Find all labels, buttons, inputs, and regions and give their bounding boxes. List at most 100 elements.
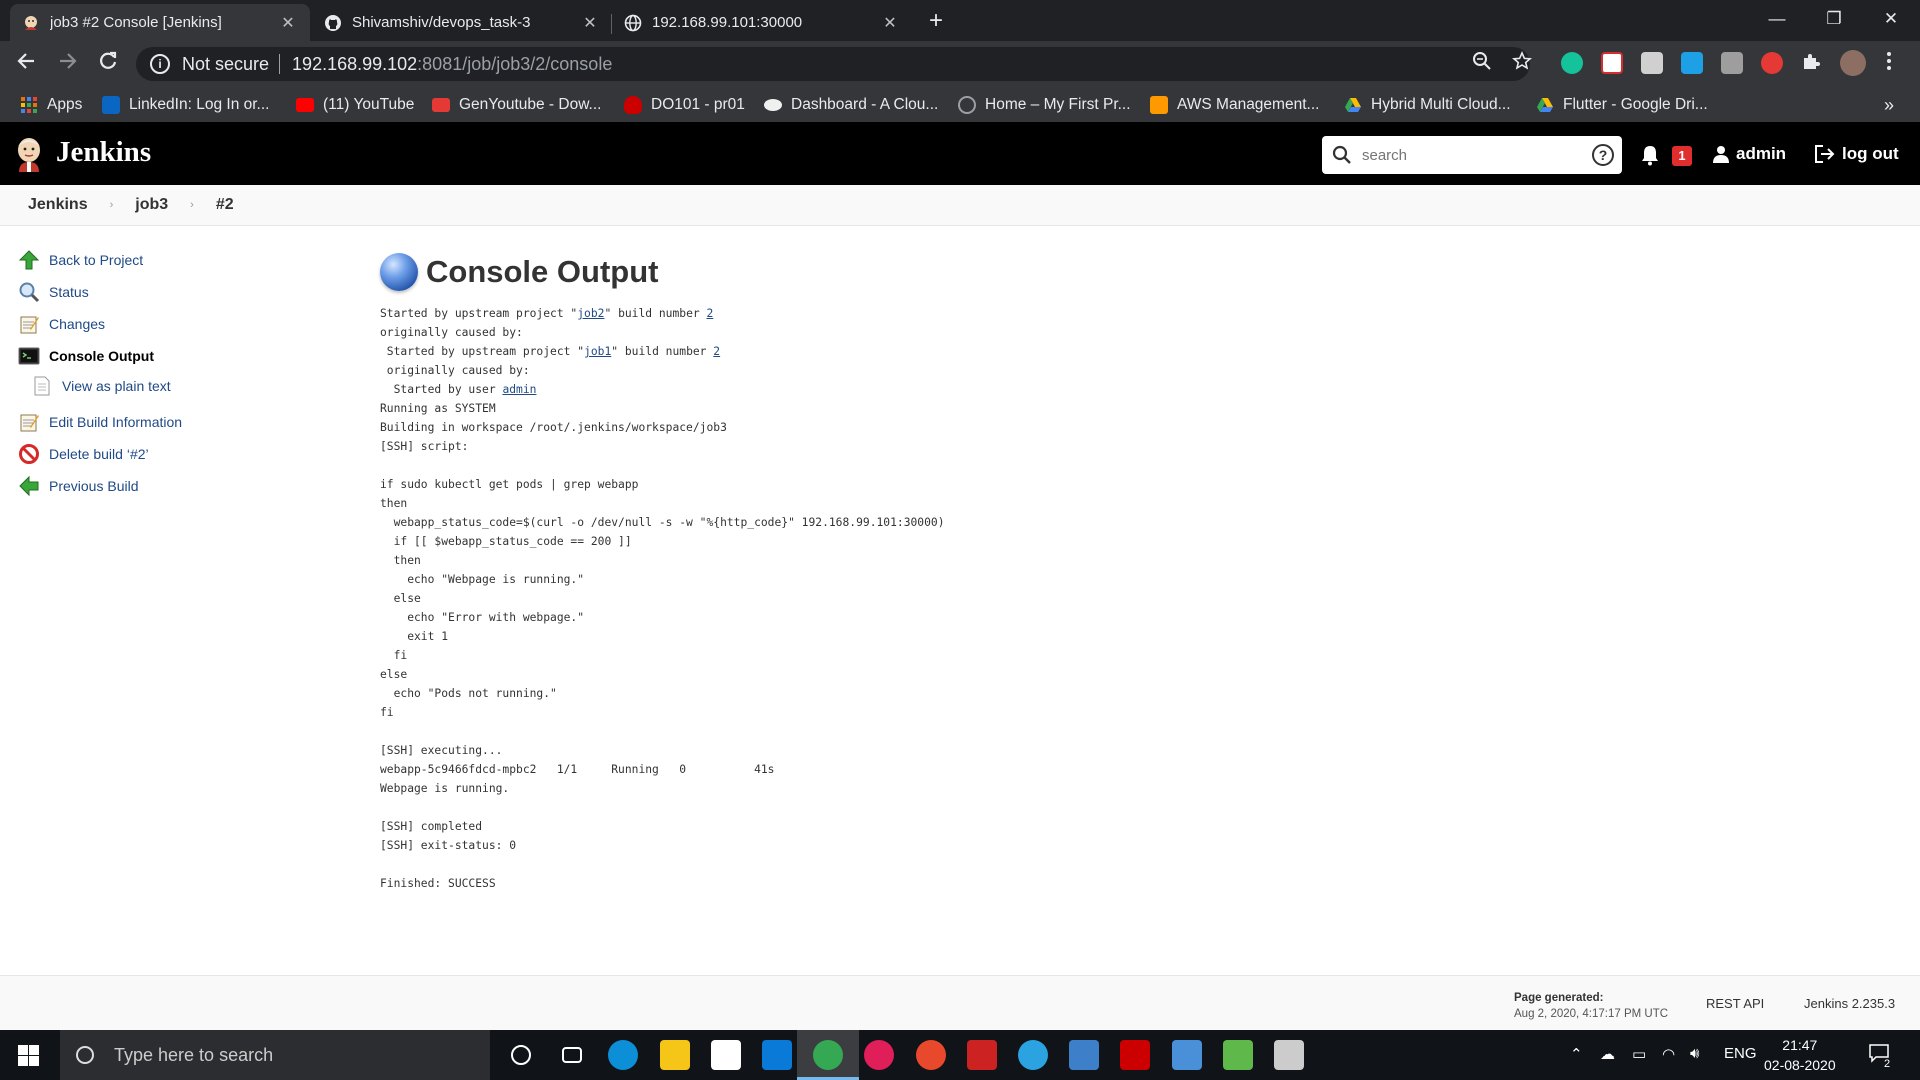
bell-icon[interactable] xyxy=(1640,144,1660,171)
bookmark-dashboard[interactable]: Dashboard - A Clou... xyxy=(764,94,938,116)
wifi-icon[interactable]: ◠ xyxy=(1662,1045,1675,1063)
windows-start-icon[interactable] xyxy=(18,1045,39,1066)
reload-icon[interactable] xyxy=(94,50,122,78)
breadcrumb-jenkins[interactable]: Jenkins xyxy=(28,196,88,214)
chevron-right-icon: › xyxy=(190,199,194,211)
close-tab-icon[interactable]: ✕ xyxy=(278,13,298,33)
notification-badge[interactable]: 1 xyxy=(1672,146,1692,166)
bookmark-apps[interactable]: Apps xyxy=(20,94,82,116)
clock[interactable]: 21:47 02-08-2020 xyxy=(1764,1035,1836,1075)
task-view-as-plain-text[interactable]: View as plain text xyxy=(18,372,318,400)
jenkins-favicon-icon xyxy=(22,14,40,32)
gray-extension-icon[interactable] xyxy=(1721,52,1743,74)
rhel-icon[interactable] xyxy=(1120,1040,1150,1070)
store-icon[interactable] xyxy=(711,1040,741,1070)
terminal-app-icon[interactable] xyxy=(1274,1040,1304,1070)
breadcrumb-job3[interactable]: job3 xyxy=(135,196,168,214)
restore-window-button[interactable]: ❐ xyxy=(1805,0,1863,41)
bookmark-genyoutube[interactable]: GenYoutube - Dow... xyxy=(432,94,601,116)
extensions-puzzle-icon[interactable] xyxy=(1801,51,1821,76)
breadcrumb-build[interactable]: #2 xyxy=(216,196,234,214)
network-icon[interactable] xyxy=(1172,1040,1202,1070)
minimize-window-button[interactable]: — xyxy=(1748,0,1806,41)
close-tab-icon[interactable]: ✕ xyxy=(880,13,900,33)
info-icon[interactable]: i xyxy=(150,54,170,74)
bookmark-flutter[interactable]: Flutter - Google Dri... xyxy=(1536,94,1708,116)
task-delete-build[interactable]: Delete build ‘#2’ xyxy=(18,438,318,470)
task-view-icon[interactable] xyxy=(562,1047,582,1063)
tab-github[interactable]: Shivamshiv/devops_task-3 ✕ xyxy=(312,4,612,41)
chrome-icon[interactable] xyxy=(813,1040,843,1070)
console-link[interactable]: admin xyxy=(502,383,536,396)
mail-icon[interactable] xyxy=(762,1040,792,1070)
google-drive-icon xyxy=(1345,98,1361,112)
console-link[interactable]: 2 xyxy=(713,345,720,358)
slack-icon[interactable] xyxy=(864,1040,894,1070)
task-status[interactable]: Status xyxy=(18,276,318,308)
chevron-up-icon[interactable]: ⌃ xyxy=(1570,1045,1583,1063)
telegram-icon[interactable] xyxy=(1018,1040,1048,1070)
grammarly-extension-icon[interactable] xyxy=(1561,52,1583,74)
console-link[interactable]: job2 xyxy=(577,307,604,320)
profile-avatar[interactable] xyxy=(1840,50,1866,76)
bookmark-do101[interactable]: DO101 - pr01 xyxy=(624,94,745,116)
bookmark-hybrid-multi-cloud[interactable]: Hybrid Multi Cloud... xyxy=(1344,94,1511,116)
cortana-icon[interactable] xyxy=(511,1045,531,1065)
rest-api-link[interactable]: REST API xyxy=(1706,996,1764,1011)
zoom-icon[interactable] xyxy=(1472,51,1492,76)
jenkins-version-link[interactable]: Jenkins 2.235.3 xyxy=(1804,996,1895,1011)
logout-icon xyxy=(1815,145,1835,163)
git-icon[interactable] xyxy=(1223,1040,1253,1070)
new-tab-button[interactable]: + xyxy=(922,8,950,36)
close-tab-icon[interactable]: ✕ xyxy=(580,13,600,33)
cloud-icon xyxy=(764,99,782,111)
file-explorer-icon[interactable] xyxy=(660,1040,690,1070)
close-window-button[interactable]: ✕ xyxy=(1862,0,1920,41)
task-console-output[interactable]: Console Output xyxy=(18,340,318,372)
forward-arrow-icon[interactable] xyxy=(54,50,82,78)
logout-link[interactable]: log out xyxy=(1814,144,1899,164)
tab-jenkins-console[interactable]: job3 #2 Console [Jenkins] ✕ xyxy=(10,4,310,41)
bookmark-aws[interactable]: AWS Management... xyxy=(1150,94,1319,116)
menu-kebab-icon[interactable] xyxy=(1886,51,1892,76)
cube-extension-icon[interactable] xyxy=(1641,52,1663,74)
docs-extension-icon[interactable] xyxy=(1681,52,1703,74)
bookmark-star-icon[interactable] xyxy=(1512,51,1532,76)
task-back-to-project[interactable]: Back to Project xyxy=(18,244,318,276)
red-web-icon[interactable] xyxy=(967,1040,997,1070)
search-input[interactable] xyxy=(1362,146,1592,164)
bookmarks-overflow-button[interactable]: » xyxy=(1884,94,1894,116)
security-label[interactable]: Not secure xyxy=(182,54,269,75)
bookmark-youtube[interactable]: (11) YouTube xyxy=(296,94,414,116)
task-previous-build[interactable]: Previous Build xyxy=(18,470,318,502)
postman-icon[interactable] xyxy=(916,1040,946,1070)
help-icon[interactable]: ? xyxy=(1592,144,1614,166)
volume-icon[interactable]: 🔊︎ xyxy=(1690,1045,1699,1062)
bookmark-linkedin[interactable]: LinkedIn: Log In or... xyxy=(102,94,269,116)
jenkins-title[interactable]: Jenkins xyxy=(56,136,151,169)
page-generated-label: Page generated: xyxy=(1514,992,1604,1004)
task-label: Console Output xyxy=(49,348,154,364)
taskbar-search[interactable]: Type here to search xyxy=(60,1030,490,1080)
pdf-extension-icon[interactable] xyxy=(1601,52,1623,74)
user-menu[interactable]: admin xyxy=(1712,144,1786,164)
tab-webapp[interactable]: 192.168.99.101:30000 ✕ xyxy=(612,4,912,41)
console-link[interactable]: 2 xyxy=(707,307,714,320)
edge-icon[interactable] xyxy=(608,1040,638,1070)
battery-icon[interactable]: ▭ xyxy=(1632,1045,1646,1063)
console-link[interactable]: job1 xyxy=(584,345,611,358)
task-edit-build-information[interactable]: Edit Build Information xyxy=(18,406,318,438)
jenkins-logo-icon[interactable] xyxy=(14,136,44,172)
browser-toolbar: i Not secure 192.168.99.102:8081/job/job… xyxy=(0,41,1920,87)
task-changes[interactable]: Changes xyxy=(18,308,318,340)
virtualbox-icon[interactable] xyxy=(1069,1040,1099,1070)
windows-taskbar: Type here to search ⌃ ☁ ▭ ◠ 🔊︎ ENG 21:47… xyxy=(0,1030,1920,1080)
main-panel: Console Output Started by upstream proje… xyxy=(380,250,1880,893)
back-arrow-icon[interactable] xyxy=(12,50,40,78)
address-bar[interactable]: i Not secure 192.168.99.102:8081/job/job… xyxy=(136,47,1530,81)
onedrive-icon[interactable]: ☁ xyxy=(1600,1045,1615,1063)
stop-extension-icon[interactable] xyxy=(1761,52,1783,74)
terminal-icon xyxy=(18,347,40,365)
language-indicator[interactable]: ENG xyxy=(1724,1045,1757,1062)
bookmark-home[interactable]: Home – My First Pr... xyxy=(958,94,1131,116)
